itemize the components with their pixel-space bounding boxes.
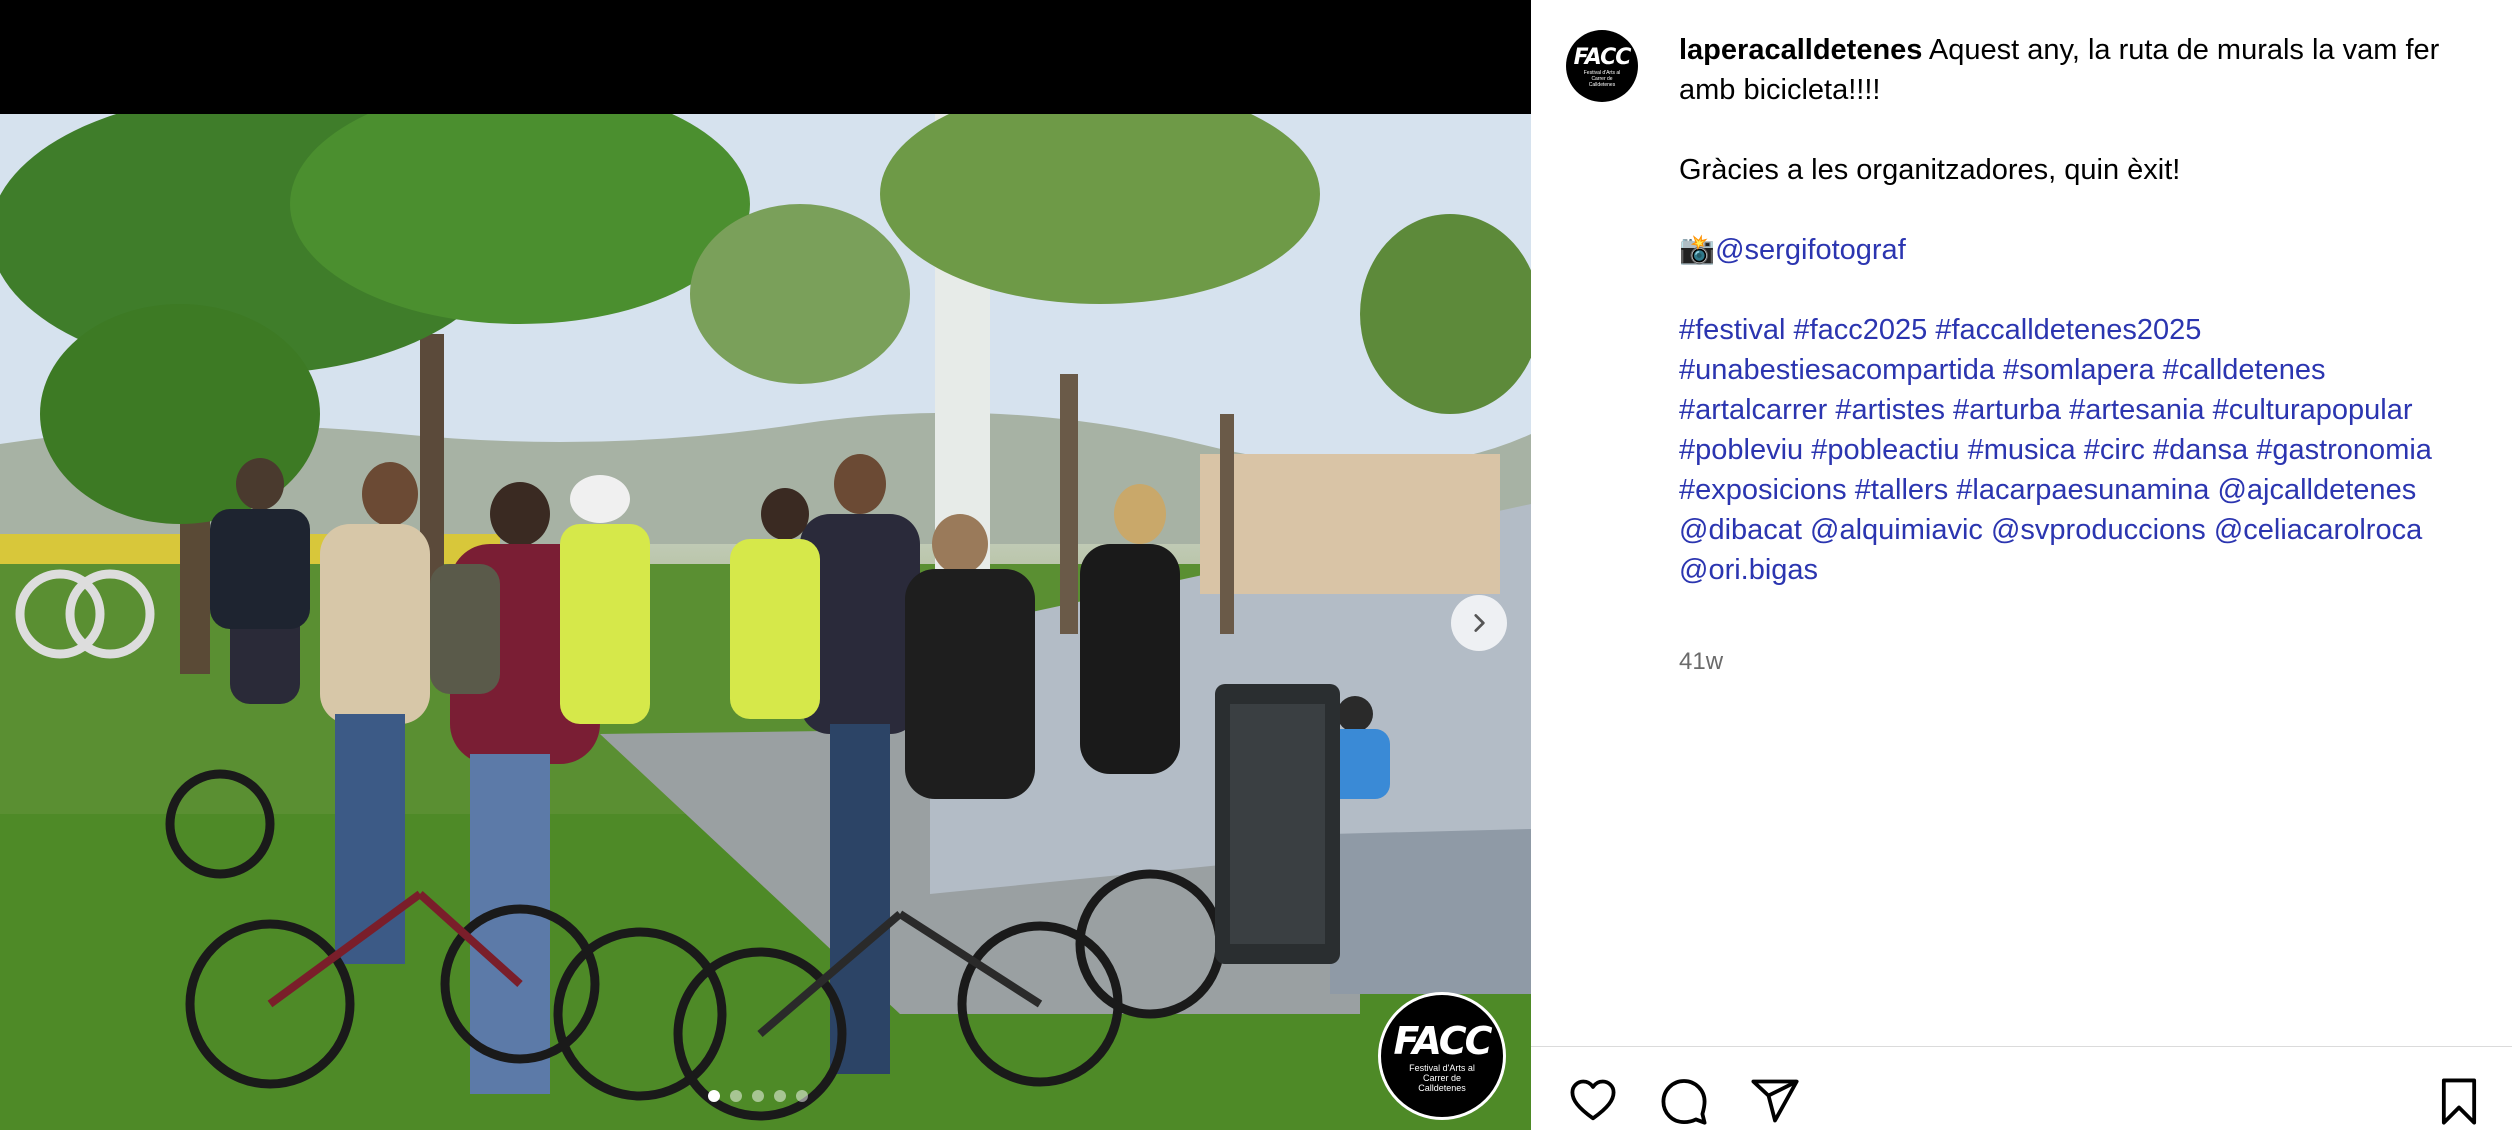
- hashtag-link[interactable]: #somlapera: [2003, 354, 2155, 386]
- comment-icon: [1661, 1079, 1707, 1125]
- watermark-subtitle: Festival d'Arts al Carrer de Calldetenes: [1409, 1063, 1475, 1093]
- hashtag-link[interactable]: #musica: [1968, 434, 2076, 466]
- carousel-dot: [796, 1090, 808, 1102]
- photo-credit-line: 📸@sergifotograf: [1679, 230, 2479, 270]
- hashtag-list: #festival #facc2025 #faccalldetenes2025 …: [1679, 310, 2479, 590]
- save-button[interactable]: [2433, 1075, 2485, 1127]
- mention-link[interactable]: @ori.bigas: [1679, 554, 1818, 586]
- mention-link[interactable]: @svproduccions: [1991, 514, 2206, 546]
- camera-icon: 📸: [1679, 234, 1716, 266]
- post-sidebar: FACC Festival d'Arts al Carrer de Callde…: [1531, 0, 2512, 1130]
- mention-link[interactable]: @ajcalldetenes: [2217, 474, 2416, 506]
- mention-link[interactable]: @sergifotograf: [1715, 234, 1906, 266]
- post-timestamp[interactable]: 41w: [1679, 648, 1723, 676]
- carousel-dot: [752, 1090, 764, 1102]
- carousel-indicator: [708, 1090, 808, 1102]
- hashtag-link[interactable]: #faccalldetenes2025: [1935, 314, 2201, 346]
- hashtag-link[interactable]: #arturba: [1953, 394, 2061, 426]
- photo-illustration: [0, 114, 1531, 1130]
- facc-watermark-logo: FACC Festival d'Arts al Carrer de Callde…: [1378, 992, 1506, 1120]
- post-caption: laperacalldetenes Aquest any, la ruta de…: [1679, 30, 2479, 590]
- bookmark-icon: [2441, 1078, 2477, 1125]
- carousel-dot-active: [708, 1090, 720, 1102]
- like-button[interactable]: [1567, 1075, 1619, 1127]
- hashtag-link[interactable]: #tallers: [1855, 474, 1949, 506]
- carousel-next-button[interactable]: [1451, 595, 1507, 651]
- hashtag-link[interactable]: #calldetenes: [2163, 354, 2326, 386]
- hashtag-link[interactable]: #festival: [1679, 314, 1785, 346]
- avatar-logo-title: FACC: [1573, 44, 1632, 70]
- post-photo[interactable]: [0, 114, 1531, 1130]
- avatar[interactable]: FACC Festival d'Arts al Carrer de Callde…: [1566, 30, 1638, 102]
- hashtag-link[interactable]: #pobleviu: [1679, 434, 1803, 466]
- watermark-title: FACC: [1393, 1019, 1492, 1063]
- hashtag-link[interactable]: #unabestiesacompartida: [1679, 354, 1995, 386]
- hashtag-link[interactable]: #culturapopular: [2213, 394, 2413, 426]
- paper-plane-icon: [1751, 1079, 1799, 1123]
- comment-button[interactable]: [1658, 1075, 1710, 1127]
- actions-divider: [1531, 1046, 2512, 1047]
- chevron-right-icon: [1474, 614, 1485, 632]
- caption-thanks: Gràcies a les organitzadores, quin èxit!: [1679, 154, 2181, 186]
- hashtag-link[interactable]: #dansa: [2153, 434, 2248, 466]
- carousel-dot: [730, 1090, 742, 1102]
- heart-icon: [1570, 1079, 1616, 1121]
- post-media: FACC Festival d'Arts al Carrer de Callde…: [0, 0, 1531, 1130]
- hashtag-link[interactable]: #circ: [2084, 434, 2145, 466]
- hashtag-link[interactable]: #facc2025: [1793, 314, 1927, 346]
- carousel-dot: [774, 1090, 786, 1102]
- share-button[interactable]: [1749, 1075, 1801, 1127]
- caption-first-paragraph: laperacalldetenes Aquest any, la ruta de…: [1679, 30, 2479, 110]
- hashtag-link[interactable]: #exposicions: [1679, 474, 1847, 506]
- post-actions-bar: [1531, 1075, 2512, 1125]
- hashtag-link[interactable]: #lacarpaesunamina: [1956, 474, 2209, 506]
- mention-link[interactable]: @alquimiavic: [1810, 514, 1983, 546]
- avatar-logo-subtitle: Festival d'Arts al Carrer de Calldetenes: [1583, 69, 1621, 88]
- mention-link[interactable]: @dibacat: [1679, 514, 1802, 546]
- hashtag-link[interactable]: #pobleactiu: [1811, 434, 1959, 466]
- mention-link[interactable]: @celiacarolroca: [2214, 514, 2422, 546]
- hashtag-link[interactable]: #artesania: [2069, 394, 2204, 426]
- hashtag-link[interactable]: #gastronomia: [2256, 434, 2432, 466]
- hashtag-link[interactable]: #artalcarrer: [1679, 394, 1827, 426]
- hashtag-link[interactable]: #artistes: [1835, 394, 1945, 426]
- username-link[interactable]: laperacalldetenes: [1679, 34, 1922, 66]
